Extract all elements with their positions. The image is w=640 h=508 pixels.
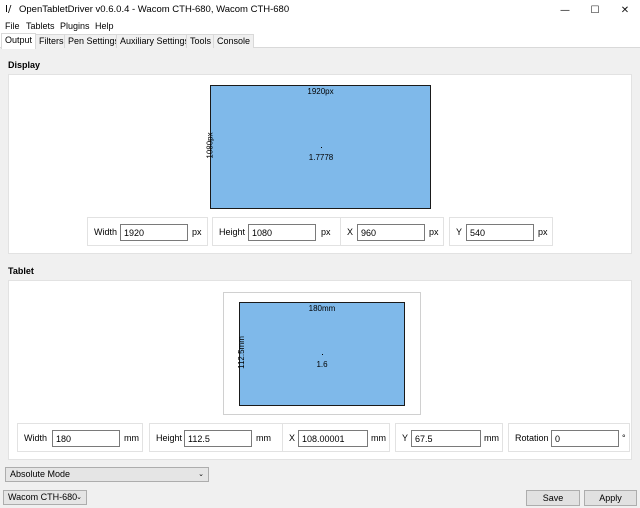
footer-bar: Wacom CTH-680 ⌄ Save Apply: [0, 486, 640, 508]
chevron-down-icon: ⌄: [76, 493, 82, 501]
tablet-rotation-input[interactable]: [551, 430, 619, 447]
tablet-width-field: Width mm: [17, 423, 143, 452]
tab-pen-settings[interactable]: Pen Settings: [64, 34, 124, 48]
minimize-button[interactable]: —: [550, 0, 580, 20]
tablet-area-width-label: 180mm: [308, 304, 336, 313]
chevron-down-icon: ⌄: [198, 470, 204, 478]
tablet-width-input[interactable]: [52, 430, 120, 447]
display-section-title: Display: [8, 60, 41, 70]
tablet-y-input[interactable]: [411, 430, 481, 447]
tablet-area-frame: 180mm 112.5mm 1.6: [223, 292, 421, 415]
display-height-unit: px: [321, 227, 331, 237]
title-bar: I/ OpenTabletDriver v0.6.0.4 - Wacom CTH…: [0, 0, 640, 20]
display-height-field: Height px: [212, 217, 341, 246]
tablet-area-center-dot: [322, 354, 323, 355]
tablet-aspect-ratio: 1.6: [316, 360, 328, 369]
tablet-selector-dropdown[interactable]: Wacom CTH-680 ⌄: [3, 490, 87, 505]
display-area-height-label: 1080px: [205, 132, 215, 159]
apply-button[interactable]: Apply: [584, 490, 637, 506]
tab-filters[interactable]: Filters: [35, 34, 68, 48]
tab-output[interactable]: Output: [1, 33, 37, 49]
display-aspect-ratio: 1.7778: [308, 153, 334, 162]
display-x-unit: px: [429, 227, 439, 237]
menu-file[interactable]: File: [5, 20, 20, 33]
tablet-height-input[interactable]: [184, 430, 252, 447]
tab-auxiliary-settings[interactable]: Auxiliary Settings: [116, 34, 194, 48]
display-height-input[interactable]: [248, 224, 316, 241]
tablet-group: 180mm 112.5mm 1.6 Width mm Height mm X m…: [8, 280, 632, 460]
window-title: OpenTabletDriver v0.6.0.4 - Wacom CTH-68…: [19, 4, 290, 15]
tablet-y-field: Y mm: [395, 423, 503, 452]
display-x-field: X px: [340, 217, 444, 246]
maximize-button[interactable]: ☐: [580, 0, 610, 20]
tablet-height-label: Height: [156, 433, 183, 443]
menu-bar: File Tablets Plugins Help: [0, 20, 640, 33]
menu-help[interactable]: Help: [95, 20, 114, 33]
display-width-label: Width: [94, 227, 118, 237]
tab-strip: Output Filters Pen Settings Auxiliary Se…: [0, 33, 640, 49]
tablet-x-label: X: [289, 433, 296, 443]
tablet-rotation-field: Rotation °: [508, 423, 630, 452]
display-y-field: Y px: [449, 217, 553, 246]
display-group: 1920px 1080px 1.7778 Width px Height px …: [8, 74, 632, 254]
tablet-section-title: Tablet: [8, 266, 34, 276]
display-height-label: Height: [219, 227, 246, 237]
menu-plugins[interactable]: Plugins: [60, 20, 90, 33]
display-area[interactable]: 1920px 1080px 1.7778: [206, 85, 431, 209]
output-tab-content: Display 1920px 1080px 1.7778 Width px He…: [0, 48, 640, 486]
tab-console[interactable]: Console: [213, 34, 255, 48]
mode-dropdown-value: Absolute Mode: [10, 469, 71, 479]
tablet-rotation-unit: °: [622, 433, 626, 443]
display-y-input[interactable]: [466, 224, 534, 241]
tablet-height-field: Height mm: [149, 423, 283, 452]
tablet-y-unit: mm: [484, 433, 499, 443]
display-y-label: Y: [456, 227, 463, 237]
display-x-label: X: [347, 227, 354, 237]
display-width-unit: px: [192, 227, 202, 237]
display-y-unit: px: [538, 227, 548, 237]
mode-dropdown[interactable]: Absolute Mode ⌄: [5, 467, 209, 482]
display-width-input[interactable]: [120, 224, 188, 241]
close-button[interactable]: ✕: [610, 0, 640, 20]
display-x-input[interactable]: [357, 224, 425, 241]
tablet-height-unit: mm: [256, 433, 271, 443]
display-area-width-label: 1920px: [307, 87, 334, 96]
tablet-selector-value: Wacom CTH-680: [8, 492, 78, 502]
tablet-width-label: Width: [24, 433, 48, 443]
display-width-field: Width px: [87, 217, 208, 246]
tablet-rotation-label: Rotation: [515, 433, 549, 443]
app-icon: I/: [5, 4, 12, 15]
menu-tablets[interactable]: Tablets: [26, 20, 55, 33]
tab-tools[interactable]: Tools: [186, 34, 216, 48]
tablet-width-unit: mm: [124, 433, 139, 443]
tablet-x-unit: mm: [371, 433, 386, 443]
tablet-y-label: Y: [402, 433, 409, 443]
tablet-area-height-label: 112.5mm: [236, 336, 246, 369]
display-area-center-dot: [321, 147, 322, 148]
tablet-x-field: X mm: [282, 423, 390, 452]
tablet-area[interactable]: 180mm 112.5mm 1.6: [236, 302, 405, 406]
tablet-x-input[interactable]: [298, 430, 368, 447]
save-button[interactable]: Save: [526, 490, 580, 506]
